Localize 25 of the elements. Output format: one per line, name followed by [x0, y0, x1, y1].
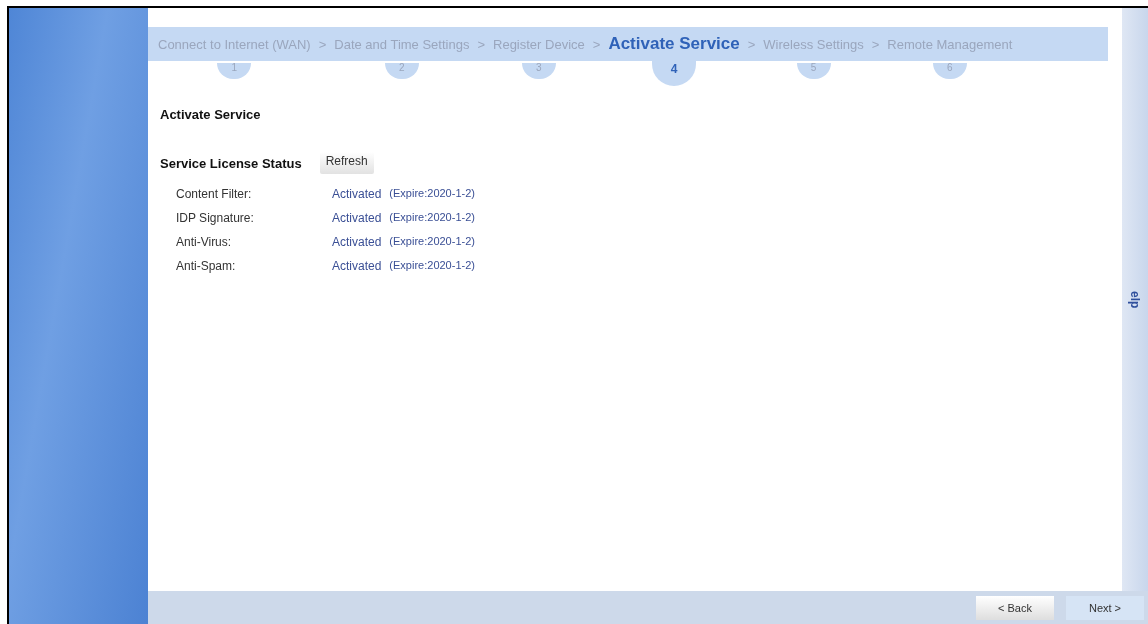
refresh-button[interactable]: Refresh — [319, 152, 374, 174]
license-status: Activated — [332, 235, 382, 249]
chevron-separator: > — [477, 36, 485, 52]
section-title: Service License Status — [160, 155, 302, 171]
chevron-separator: > — [871, 36, 880, 52]
expiry-date: (Expire:2020-1-2) — [389, 235, 475, 249]
page-title: Activate Service — [160, 107, 262, 122]
service-name: IDP Signature: — [176, 211, 255, 225]
expiry-date: (Expire:2020-1-2) — [389, 187, 475, 201]
service-name: Anti-Virus: — [176, 235, 233, 249]
license-status: Activated — [332, 211, 382, 225]
license-status: Activated — [332, 259, 382, 273]
chevron-separator: > — [318, 36, 327, 52]
step-number: 4 — [652, 60, 697, 86]
service-name: Content Filter: — [176, 187, 253, 201]
expiry-date: (Expire:2020-1-2) — [389, 211, 475, 225]
back-button[interactable]: < Back — [976, 595, 1054, 620]
step-label: Activate Service — [608, 34, 740, 54]
chevron-separator: > — [592, 36, 601, 52]
license-status: Activated — [332, 187, 382, 201]
next-button[interactable]: Next > — [1066, 595, 1144, 620]
expiry-date: (Expire:2020-1-2) — [389, 259, 475, 273]
service-name: Anti-Spam: — [176, 259, 237, 273]
chevron-separator: > — [747, 36, 756, 52]
help-tab[interactable]: elp — [1122, 8, 1148, 591]
